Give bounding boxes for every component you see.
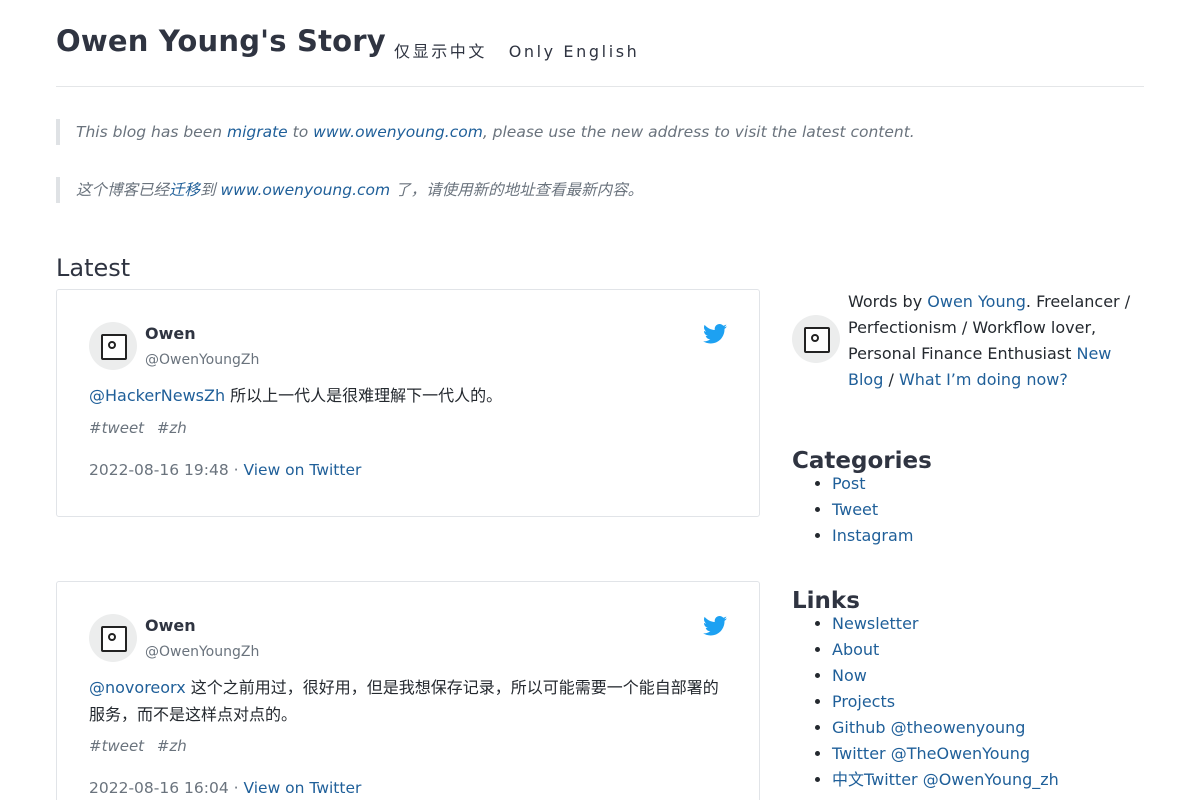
author-bio: Words by Owen Young. Freelancer / Perfec… [848, 289, 1148, 393]
notice-text: 这个博客已经 [76, 181, 170, 199]
tweet-tags: #tweet #zh [89, 419, 195, 437]
list-item: About [832, 637, 1059, 663]
notice-text: 了，请使用新的地址查看最新内容。 [390, 181, 644, 199]
migrate-link-zh[interactable]: 迁移 [169, 181, 200, 199]
chinese-twitter-link[interactable]: 中文Twitter @OwenYoung_zh [832, 770, 1059, 789]
newsletter-link[interactable]: Newsletter [832, 614, 919, 633]
list-item: 中文Twitter @OwenYoung_zh [832, 767, 1059, 793]
bio-separator: / [883, 370, 899, 389]
author-handle[interactable]: @OwenYoungZh [145, 644, 259, 660]
about-link[interactable]: About [832, 640, 879, 659]
now-link[interactable]: What I’m doing now? [899, 370, 1068, 389]
tweet-tags: #tweet #zh [89, 737, 195, 755]
migration-notice-zh: 这个博客已经迁移到 www.owenyoung.com 了，请使用新的地址查看最… [56, 177, 1156, 203]
notice-text: , please use the new address to visit th… [482, 123, 915, 141]
list-item: Instagram [832, 523, 913, 549]
avatar-glyph-icon [101, 334, 127, 360]
tweet-meta: 2022-08-16 16:04 · View on Twitter [89, 779, 361, 797]
lang-en-link[interactable]: Only English [509, 42, 640, 61]
meta-separator: · [228, 779, 244, 797]
avatar-glyph-icon [101, 626, 127, 652]
list-item: Github @theowenyoung [832, 715, 1059, 741]
migration-notice-en: This blog has been migrate to www.owenyo… [56, 119, 1156, 145]
twitter-bird-icon[interactable] [703, 616, 727, 636]
tweet-date: 2022-08-16 19:48 [89, 461, 229, 479]
list-item: Twitter @TheOwenYoung [832, 741, 1059, 767]
categories-list: Post Tweet Instagram [812, 471, 913, 549]
tweet-meta: 2022-08-16 19:48 · View on Twitter [89, 461, 361, 479]
author-name-link[interactable]: Owen Young [927, 292, 1026, 311]
migrate-link[interactable]: migrate [227, 123, 288, 141]
twitter-link[interactable]: Twitter @TheOwenYoung [832, 744, 1030, 763]
mention-link[interactable]: @novoreorx [89, 678, 186, 697]
author-name[interactable]: Owen [145, 616, 196, 635]
links-list: Newsletter About Now Projects Github @th… [812, 611, 1059, 793]
notice-text: This blog has been [76, 123, 227, 141]
projects-link[interactable]: Projects [832, 692, 895, 711]
list-item: Newsletter [832, 611, 1059, 637]
bio-text: Words by [848, 292, 928, 311]
tweet-date: 2022-08-16 16:04 [89, 779, 229, 797]
author-name[interactable]: Owen [145, 324, 196, 343]
new-site-link[interactable]: www.owenyoung.com [313, 123, 483, 141]
avatar[interactable] [89, 322, 137, 370]
list-item: Post [832, 471, 913, 497]
list-item: Now [832, 663, 1059, 689]
new-site-link-zh[interactable]: www.owenyoung.com [220, 181, 390, 199]
meta-separator: · [228, 461, 244, 479]
tweet-text: @novoreorx 这个之前用过，很好用，但是我想保存记录，所以可能需要一个能… [89, 674, 729, 728]
author-handle[interactable]: @OwenYoungZh [145, 352, 259, 368]
sidebar-avatar [792, 315, 840, 363]
tag-link[interactable]: #tweet [89, 419, 144, 437]
avatar-glyph-icon [804, 327, 830, 353]
notice-text: to [287, 123, 314, 141]
tag-link[interactable]: #zh [157, 737, 187, 755]
list-item: Tweet [832, 497, 913, 523]
tweet-card: Owen @OwenYoungZh @HackerNewsZh 所以上一代人是很… [56, 289, 760, 517]
avatar[interactable] [89, 614, 137, 662]
list-item: Projects [832, 689, 1059, 715]
tag-link[interactable]: #zh [157, 419, 187, 437]
lang-zh-link[interactable]: 仅显示中文 [394, 42, 487, 61]
latest-heading: Latest [56, 253, 131, 282]
tweet-text: @HackerNewsZh 所以上一代人是很难理解下一代人的。 [89, 382, 729, 409]
page: Owen Young's Story 仅显示中文 Only English Th… [0, 0, 1200, 800]
twitter-bird-icon[interactable] [703, 324, 727, 344]
view-on-twitter-link[interactable]: View on Twitter [243, 779, 361, 797]
site-title[interactable]: Owen Young's Story [56, 24, 386, 58]
tweet-body: 所以上一代人是很难理解下一代人的。 [225, 386, 503, 405]
notice-text: 到 [200, 181, 221, 199]
tweet-card: Owen @OwenYoungZh @novoreorx 这个之前用过，很好用，… [56, 581, 760, 800]
github-link[interactable]: Github @theowenyoung [832, 718, 1025, 737]
view-on-twitter-link[interactable]: View on Twitter [243, 461, 361, 479]
category-tweet-link[interactable]: Tweet [832, 500, 878, 519]
site-header: Owen Young's Story 仅显示中文 Only English [56, 22, 1144, 87]
tag-link[interactable]: #tweet [89, 737, 144, 755]
now-page-link[interactable]: Now [832, 666, 867, 685]
mention-link[interactable]: @HackerNewsZh [89, 386, 225, 405]
category-instagram-link[interactable]: Instagram [832, 526, 913, 545]
category-post-link[interactable]: Post [832, 474, 865, 493]
language-switch: 仅显示中文 Only English [394, 38, 653, 62]
